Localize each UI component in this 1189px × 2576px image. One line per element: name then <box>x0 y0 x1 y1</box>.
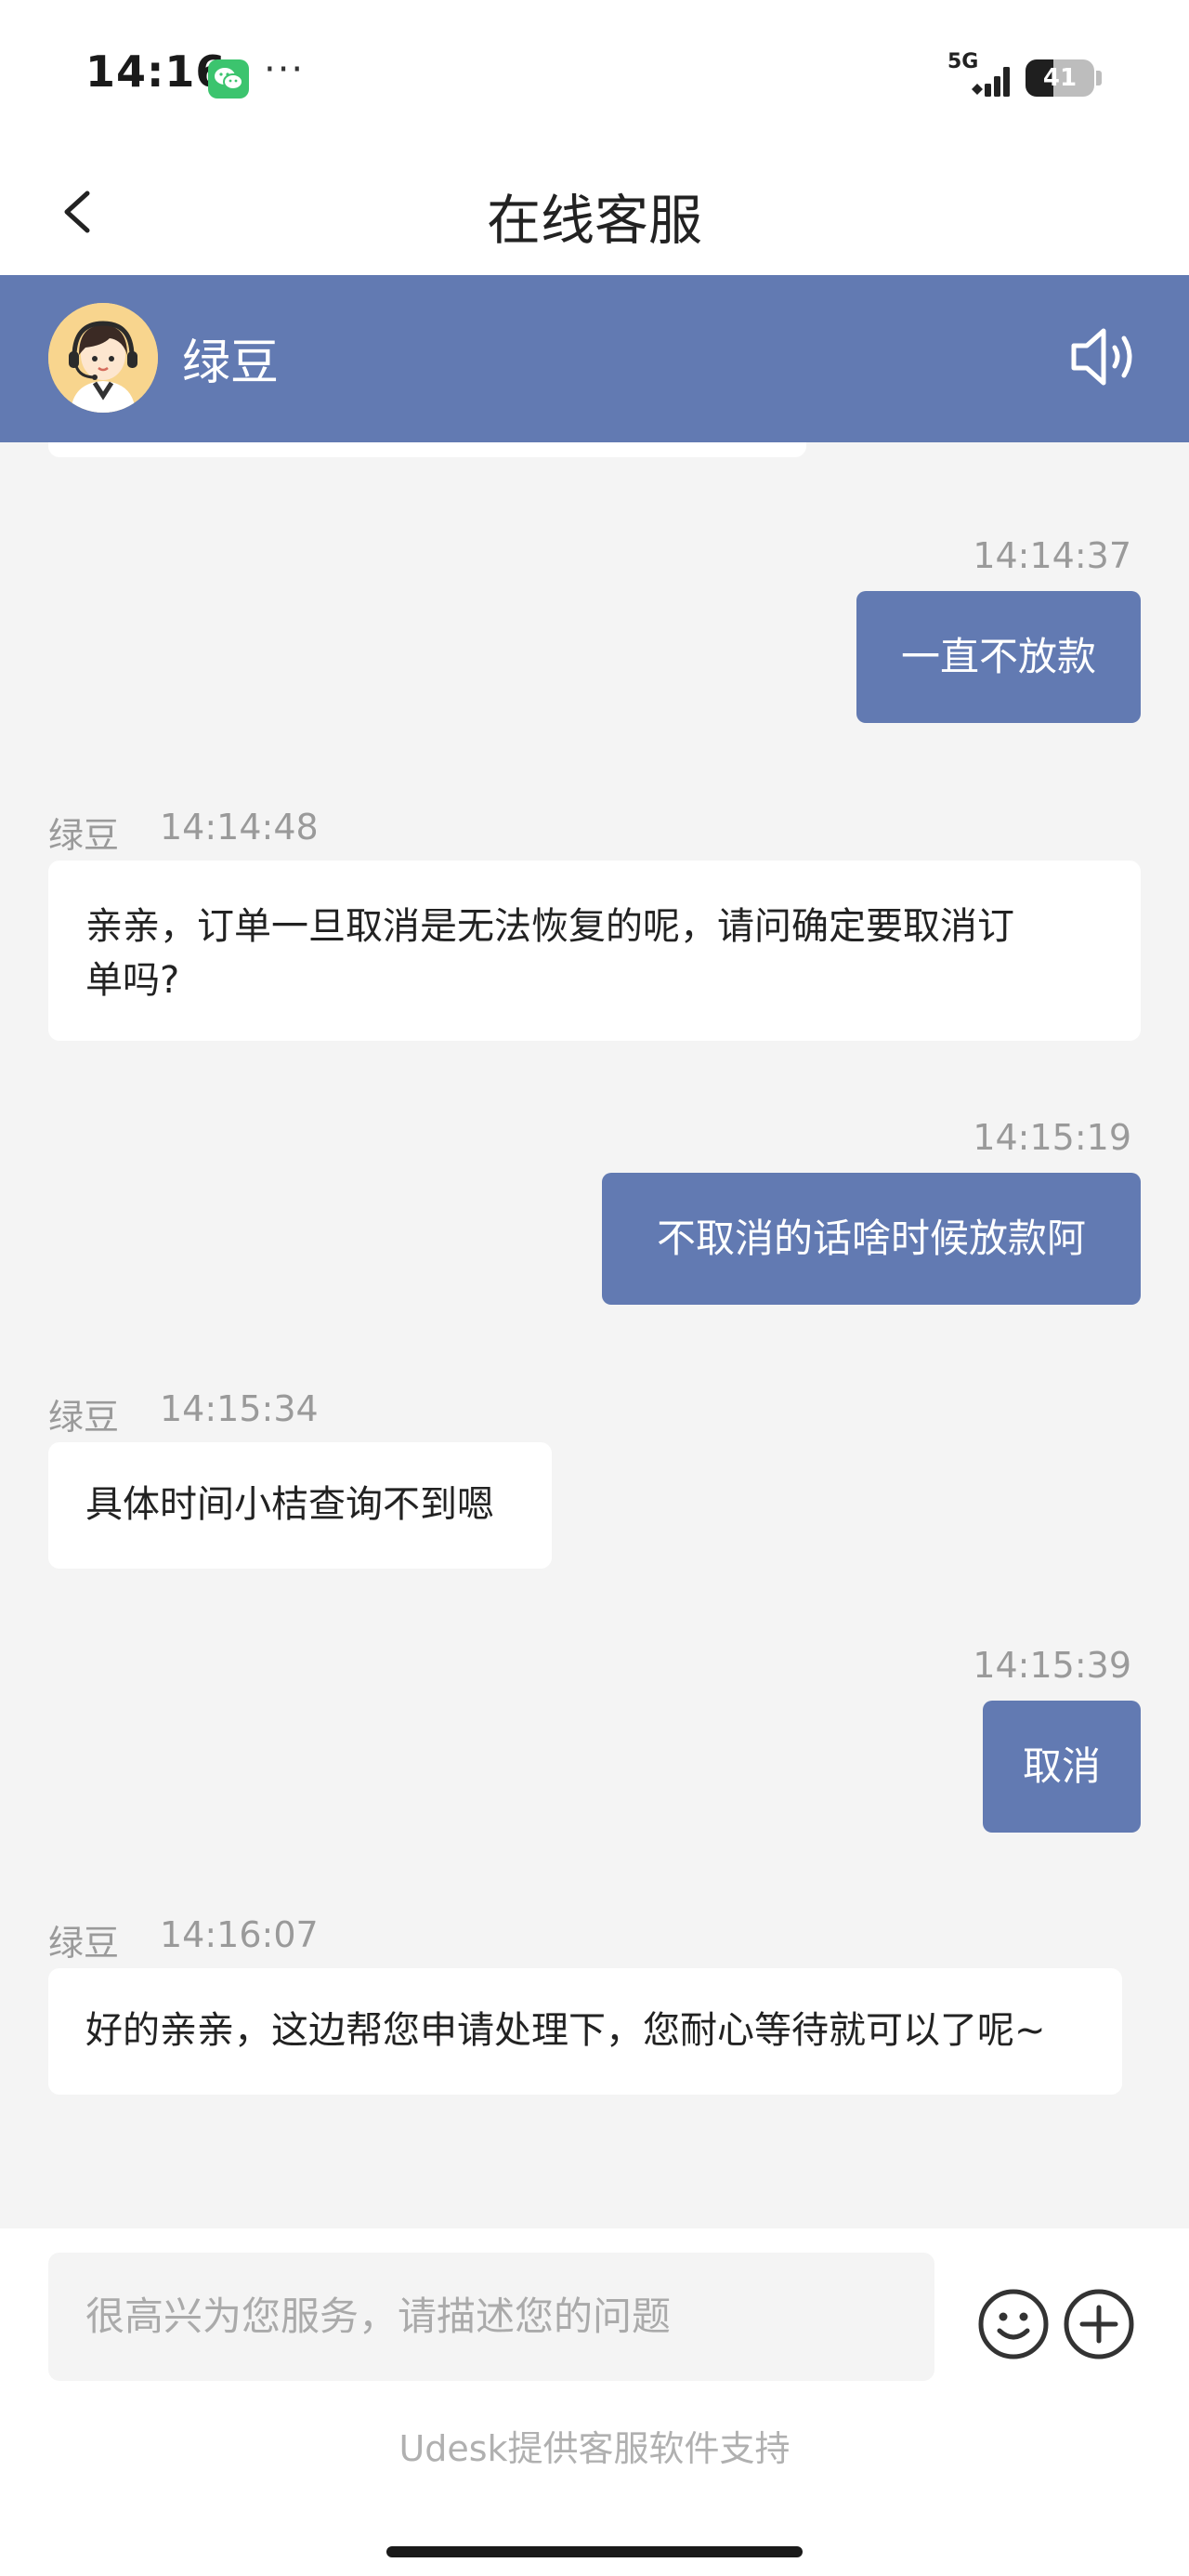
battery-tip <box>1096 71 1102 85</box>
page-title: 在线客服 <box>486 189 702 252</box>
agent-message-bubble: 亲亲，订单一旦取消是无法恢复的呢，请问确定要取消订 单吗? <box>48 861 1141 1041</box>
agent-header: 绿豆 <box>0 275 1189 442</box>
agent-message-bubble: 具体时间小桔查询不到嗯 <box>48 1442 552 1569</box>
message-sender: 绿豆 <box>48 1397 120 1438</box>
input-area: 很高兴为您服务，请描述您的问题 Udesk提供客服软件支持 <box>0 2228 1189 2576</box>
user-message-bubble: 不取消的话啥时候放款阿 <box>602 1173 1141 1305</box>
message-timestamp: 14:14:37 <box>973 535 1131 576</box>
nav-bar: 在线客服 <box>0 149 1189 275</box>
message-timestamp: 14:14:48 <box>160 807 319 848</box>
home-indicator[interactable] <box>386 2546 803 2557</box>
message-timestamp: 14:16:07 <box>160 1914 319 1955</box>
battery-icon: 41 <box>1026 59 1094 97</box>
message-sender: 绿豆 <box>48 1923 120 1964</box>
message-sender: 绿豆 <box>48 815 120 856</box>
more-notifications-dots: ··· <box>264 48 306 91</box>
speaker-icon[interactable] <box>1068 322 1143 392</box>
message-timestamp: 14:15:19 <box>973 1117 1131 1158</box>
message-line: 具体时间小桔查询不到嗯 <box>85 1483 494 1526</box>
powered-by-label: Udesk提供客服软件支持 <box>399 2428 790 2469</box>
plus-circle-icon[interactable] <box>1063 2288 1135 2360</box>
user-message-bubble: 取消 <box>983 1701 1141 1833</box>
message-timestamp: 14:15:39 <box>973 1645 1131 1686</box>
wechat-icon <box>208 59 249 99</box>
battery-percent: 41 <box>1042 64 1078 92</box>
previous-message-card-edge <box>48 442 806 457</box>
message-line: 亲亲，订单一旦取消是无法恢复的呢，请问确定要取消订 <box>85 905 1014 948</box>
agent-avatar <box>48 303 158 413</box>
message-line: 单吗? <box>85 959 180 1002</box>
status-bar: 14:16 ··· 5G 41 <box>0 0 1189 149</box>
agent-name: 绿豆 <box>182 335 280 391</box>
emoji-icon[interactable] <box>977 2288 1050 2360</box>
status-time: 14:16 <box>85 46 227 97</box>
message-timestamp: 14:15:34 <box>160 1388 319 1429</box>
agent-message-bubble: 好的亲亲，这边帮您申请处理下，您耐心等待就可以了呢~ <box>48 1968 1122 2095</box>
user-message-bubble: 一直不放款 <box>856 591 1141 723</box>
signal-icon <box>972 67 1010 97</box>
message-line: 好的亲亲，这边帮您申请处理下，您耐心等待就可以了呢~ <box>85 2009 1046 2052</box>
message-input[interactable]: 很高兴为您服务，请描述您的问题 <box>48 2253 934 2381</box>
